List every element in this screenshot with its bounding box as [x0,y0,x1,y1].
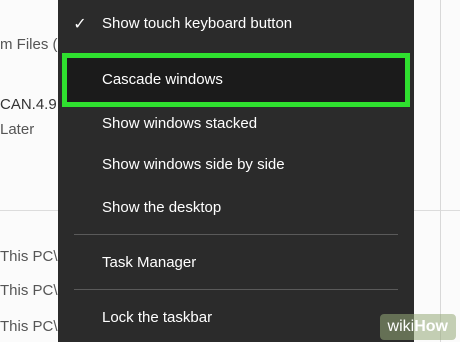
bg-text-later: Later [0,121,35,138]
menu-item-lock-the-taskbar[interactable]: Lock the taskbar [58,298,414,338]
bg-text-this-pc-3: This PC\ [0,318,58,335]
watermark-part2: How [414,318,448,335]
menu-item-label: Show windows side by side [102,156,285,173]
menu-item-label: Lock the taskbar [102,309,213,326]
menu-item-cascade-windows[interactable]: Cascade windows [58,60,414,100]
bg-right-divider [440,0,441,342]
menu-separator [74,289,398,290]
menu-item-label: Task Manager [102,254,197,271]
menu-item-show-the-desktop[interactable]: Show the desktop [58,188,414,228]
wikihow-watermark: wikiHow [379,314,456,340]
bg-text-program-files: m Files ( [0,36,58,53]
menu-item-label: Show the desktop [102,199,222,216]
bg-text-this-pc-1: This PC\ [0,248,58,265]
bg-text-can: CAN.4.9 [0,96,57,113]
menu-item-label: Show windows stacked [102,115,258,132]
menu-item-task-manager[interactable]: Task Manager [58,243,414,283]
checkmark-icon: ✓ [73,14,87,33]
menu-item-label: Cascade windows [102,71,223,88]
menu-separator [74,234,398,235]
bg-text-this-pc-2: This PC\ [0,282,58,299]
watermark-part1: wiki [387,318,415,335]
menu-item-show-touch-keyboard[interactable]: ✓ Show touch keyboard button [58,4,414,44]
menu-item-show-windows-stacked[interactable]: Show windows stacked [58,104,414,144]
menu-item-show-windows-side-by-side[interactable]: Show windows side by side [58,145,414,185]
menu-item-label: Show touch keyboard button [102,15,293,32]
taskbar-context-menu: ✓ Show touch keyboard button Cascade win… [58,0,414,342]
